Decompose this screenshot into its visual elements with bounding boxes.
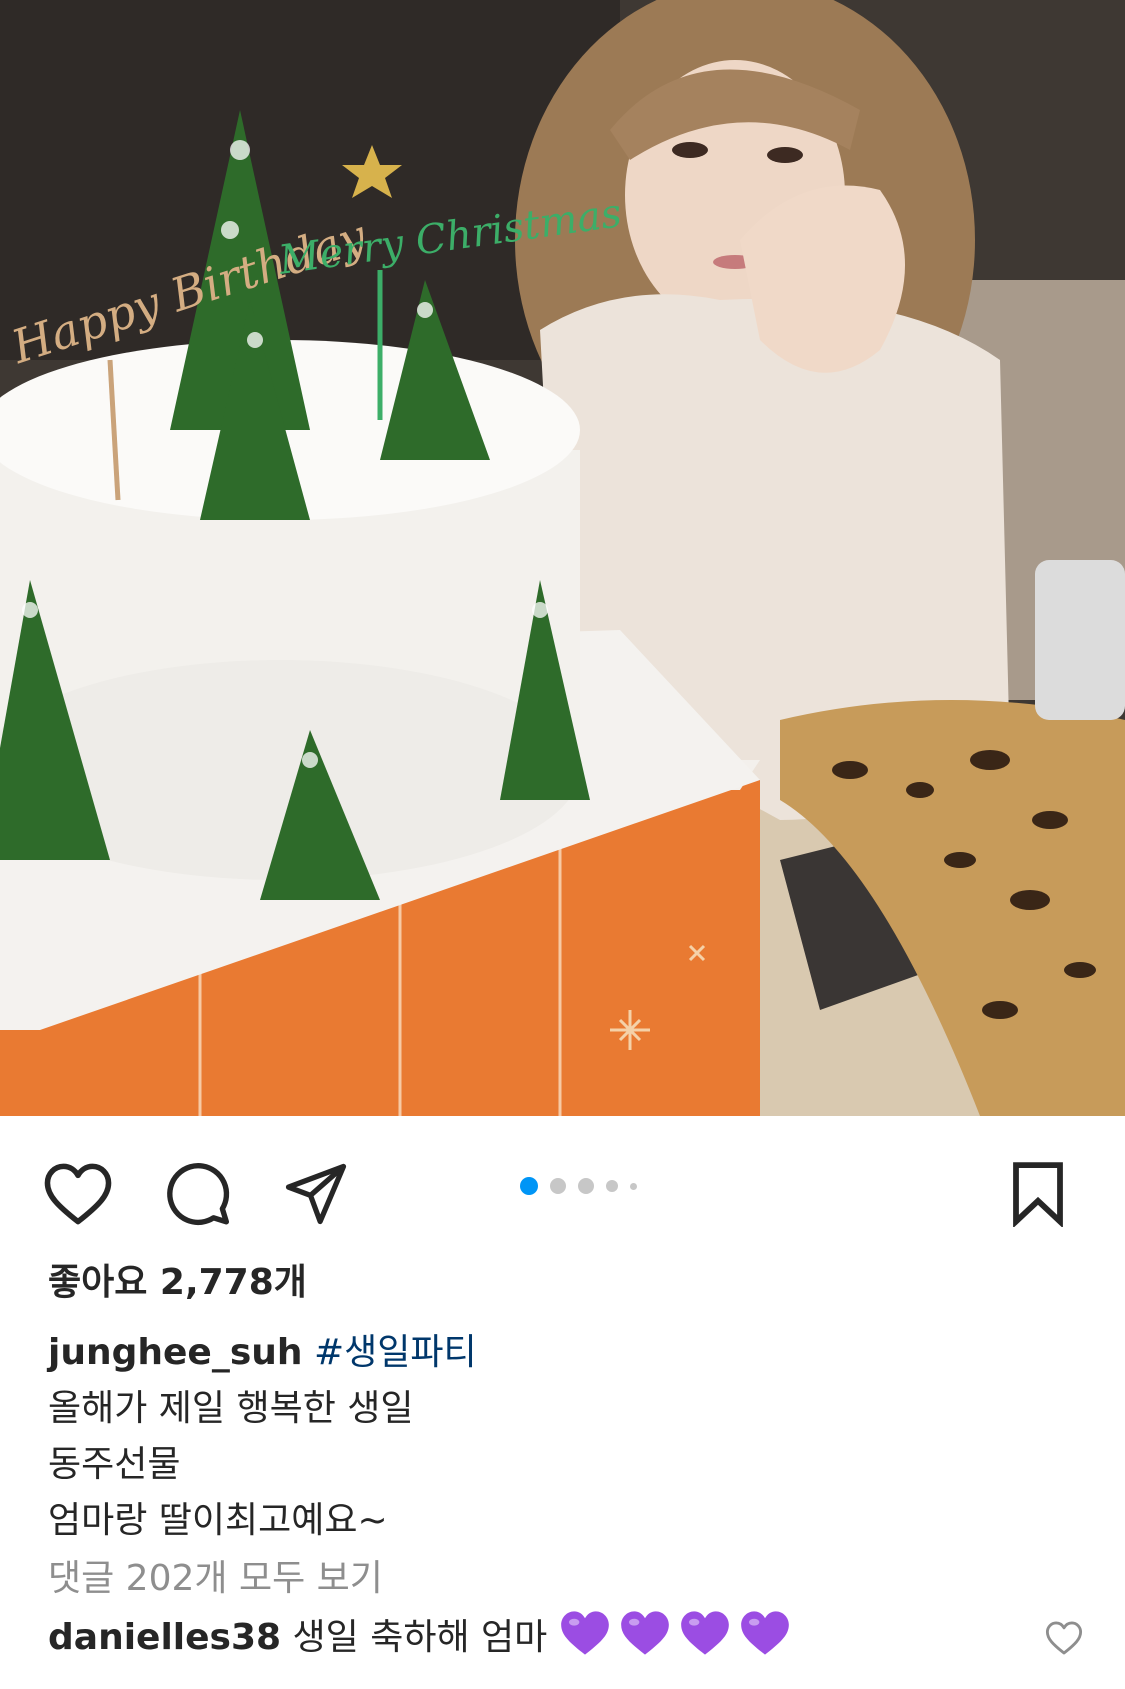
purple-heart-emoji-icon [740, 1611, 789, 1655]
likes-count[interactable]: 좋아요 2,778개 [48, 1255, 1077, 1311]
purple-heart-emoji-icon [620, 1611, 669, 1655]
view-all-comments-link[interactable]: 댓글 202개 모두 보기 [48, 1551, 1077, 1607]
share-button[interactable] [278, 1156, 354, 1232]
caption-line: 올해가 제일 행복한 생일 [48, 1388, 414, 1429]
purple-heart-emoji-icon [680, 1611, 729, 1655]
action-bar [0, 1116, 1125, 1266]
carousel-dot-active [520, 1177, 538, 1195]
heart-outline-icon [44, 1163, 112, 1225]
purple-heart-emoji-icon [560, 1611, 609, 1655]
save-button[interactable] [1000, 1156, 1076, 1232]
comment-emojis [559, 1611, 799, 1658]
comment-button[interactable] [160, 1156, 236, 1232]
comment-row: danielles38 생일 축하해 엄마 [48, 1607, 1083, 1666]
carousel-indicator [520, 1176, 637, 1196]
speech-bubble-icon [167, 1163, 230, 1226]
author-username[interactable]: junghee_suh [48, 1332, 303, 1373]
carousel-dot [606, 1180, 618, 1192]
like-button[interactable] [40, 1156, 116, 1232]
caption-hashtag[interactable]: #생일파티 [314, 1332, 477, 1373]
bookmark-icon [1013, 1162, 1063, 1227]
comment-username[interactable]: danielles38 [48, 1617, 281, 1658]
caption-line: 엄마랑 딸이최고예요~ [48, 1500, 388, 1541]
carousel-dot [550, 1178, 566, 1194]
comment-text: 생일 축하해 엄마 [292, 1617, 548, 1658]
post-photo[interactable]: Happy Birthday Merry Christmas [0, 0, 1125, 1116]
caption-header: junghee_suh #생일파티 [48, 1325, 1077, 1381]
carousel-dot [578, 1178, 594, 1194]
comment-like-heart-icon[interactable] [1045, 1619, 1083, 1657]
post-meta: 좋아요 2,778개 junghee_suh #생일파티 올해가 제일 행복한 … [48, 1255, 1083, 1666]
carousel-dot [630, 1182, 637, 1190]
caption-line: 동주선물 [48, 1444, 181, 1485]
paper-plane-icon [285, 1163, 347, 1225]
